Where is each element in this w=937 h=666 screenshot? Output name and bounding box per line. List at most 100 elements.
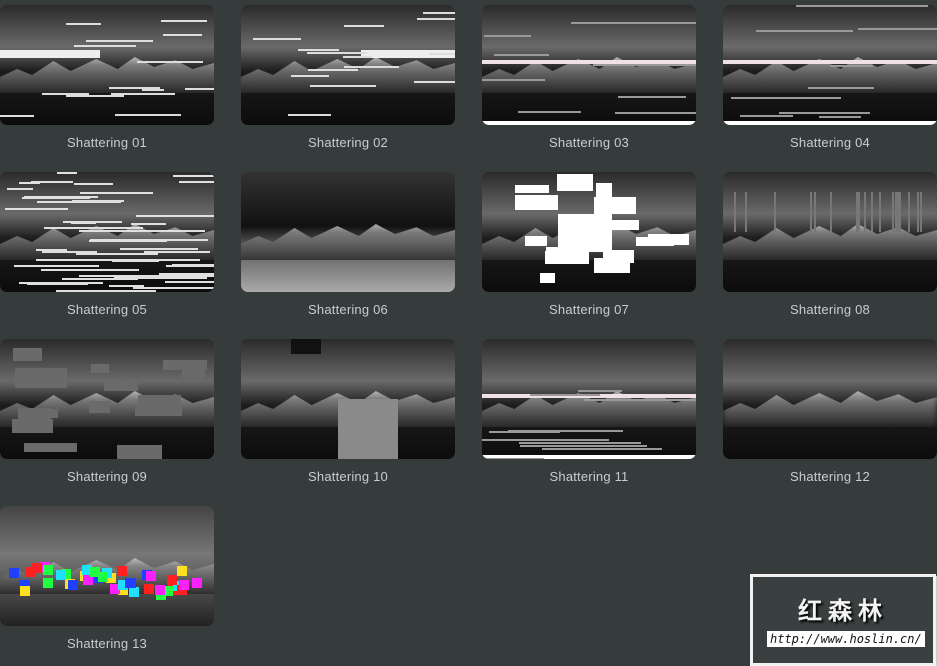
preset-item[interactable]: Shattering 08 [723,172,937,317]
glitch-mark [818,115,861,118]
glitch-mark [557,174,594,192]
mountain-image [482,391,696,427]
glitch-mark [116,445,163,459]
glitch-mark [338,399,398,459]
glitch-mark [74,45,137,48]
glitch-mark [307,68,359,71]
preset-item[interactable]: Shattering 13 [0,506,214,651]
preset-item[interactable]: Shattering 05 [0,172,214,317]
glitch-mark [483,34,532,37]
glitch-mark [172,175,214,178]
glitch-mark [618,96,686,99]
preset-label: Shattering 10 [308,469,388,484]
preset-thumbnail[interactable] [241,172,455,292]
preset-label: Shattering 01 [67,135,147,150]
preset-item[interactable]: Shattering 04 [723,5,937,150]
glitch-mark [89,566,100,577]
glitch-mark [899,192,902,232]
glitch-mark [179,580,190,591]
preset-thumbnail[interactable] [0,172,214,292]
preset-label: Shattering 12 [790,469,870,484]
glitch-mark [119,247,199,250]
preset-thumbnail[interactable] [723,339,937,459]
glitch-mark [41,268,140,271]
glitch-mark [291,339,321,354]
glitch-mark [291,75,329,78]
glitch-mark [570,21,696,24]
preset-thumbnail[interactable] [0,5,214,125]
glitch-mark [493,53,549,56]
glitch-mark [309,84,377,87]
glitch-mark [141,88,165,91]
glitch-mark [730,97,841,100]
glitch-mark [42,564,53,575]
glitch-mark [826,112,870,115]
glitch-mark [482,79,546,82]
glitch-mark [24,567,35,578]
glitch-mark [830,64,874,67]
glitch-mark [61,277,139,280]
glitch-mark [919,192,922,232]
glitch-mark [56,290,156,292]
preset-thumbnail[interactable] [723,172,937,292]
preset-thumbnail[interactable] [0,506,214,626]
preset-item[interactable]: Shattering 10 [241,339,455,484]
glitch-mark [857,192,860,232]
glitch-mark [56,172,78,175]
preset-thumbnail[interactable] [241,5,455,125]
preset-item[interactable]: Shattering 07 [482,172,696,317]
glitch-mark [558,214,612,252]
watermark-title: 红森林 [798,597,888,625]
glitch-mark [175,214,202,217]
mountain-image [482,57,696,93]
glitch-mark [12,347,42,361]
glitch-mark [252,37,301,40]
glitch-mark [908,192,911,232]
preset-thumbnail[interactable] [482,172,696,292]
glitch-mark [878,192,881,232]
glitch-mark [14,367,68,388]
preset-thumbnail[interactable] [482,339,696,459]
preset-label: Shattering 02 [308,135,388,150]
glitch-mark [18,281,103,284]
glitch-mark [578,390,622,393]
preset-item[interactable]: Shattering 12 [723,339,937,484]
glitch-mark [514,195,559,211]
preset-item[interactable]: Shattering 11 [482,339,696,484]
glitch-mark [124,578,135,589]
glitch-mark [36,258,80,261]
preset-item[interactable]: Shattering 09 [0,339,214,484]
preset-label: Shattering 03 [549,135,629,150]
glitch-mark [483,458,545,459]
preset-label: Shattering 08 [790,302,870,317]
preset-label: Shattering 04 [790,135,870,150]
glitch-mark [344,65,399,68]
mountain-image [0,57,214,93]
preset-label: Shattering 05 [67,302,147,317]
glitch-mark [297,48,339,51]
preset-thumbnail[interactable] [241,339,455,459]
preset-item[interactable]: Shattering 01 [0,5,214,150]
preset-thumbnail[interactable] [482,5,696,125]
glitch-mark [529,394,600,397]
glitch-mark [117,565,128,576]
glitch-mark [178,181,214,184]
glitch-mark [515,184,550,193]
glitch-mark [89,400,110,414]
glitch-mark [167,575,178,585]
preset-item[interactable]: Shattering 06 [241,172,455,317]
glitch-mark [739,115,793,118]
glitch-mark [723,121,937,125]
glitch-mark [864,192,867,232]
preset-thumbnail[interactable] [0,339,214,459]
glitch-mark [37,200,122,203]
glitch-mark [21,197,91,200]
glitch-mark [159,273,214,276]
glitch-mark [595,183,612,198]
glitch-mark [111,92,176,95]
glitch-mark [89,240,167,243]
preset-item[interactable]: Shattering 02 [241,5,455,150]
glitch-mark [507,429,624,432]
preset-thumbnail[interactable] [723,5,937,125]
preset-item[interactable]: Shattering 03 [482,5,696,150]
